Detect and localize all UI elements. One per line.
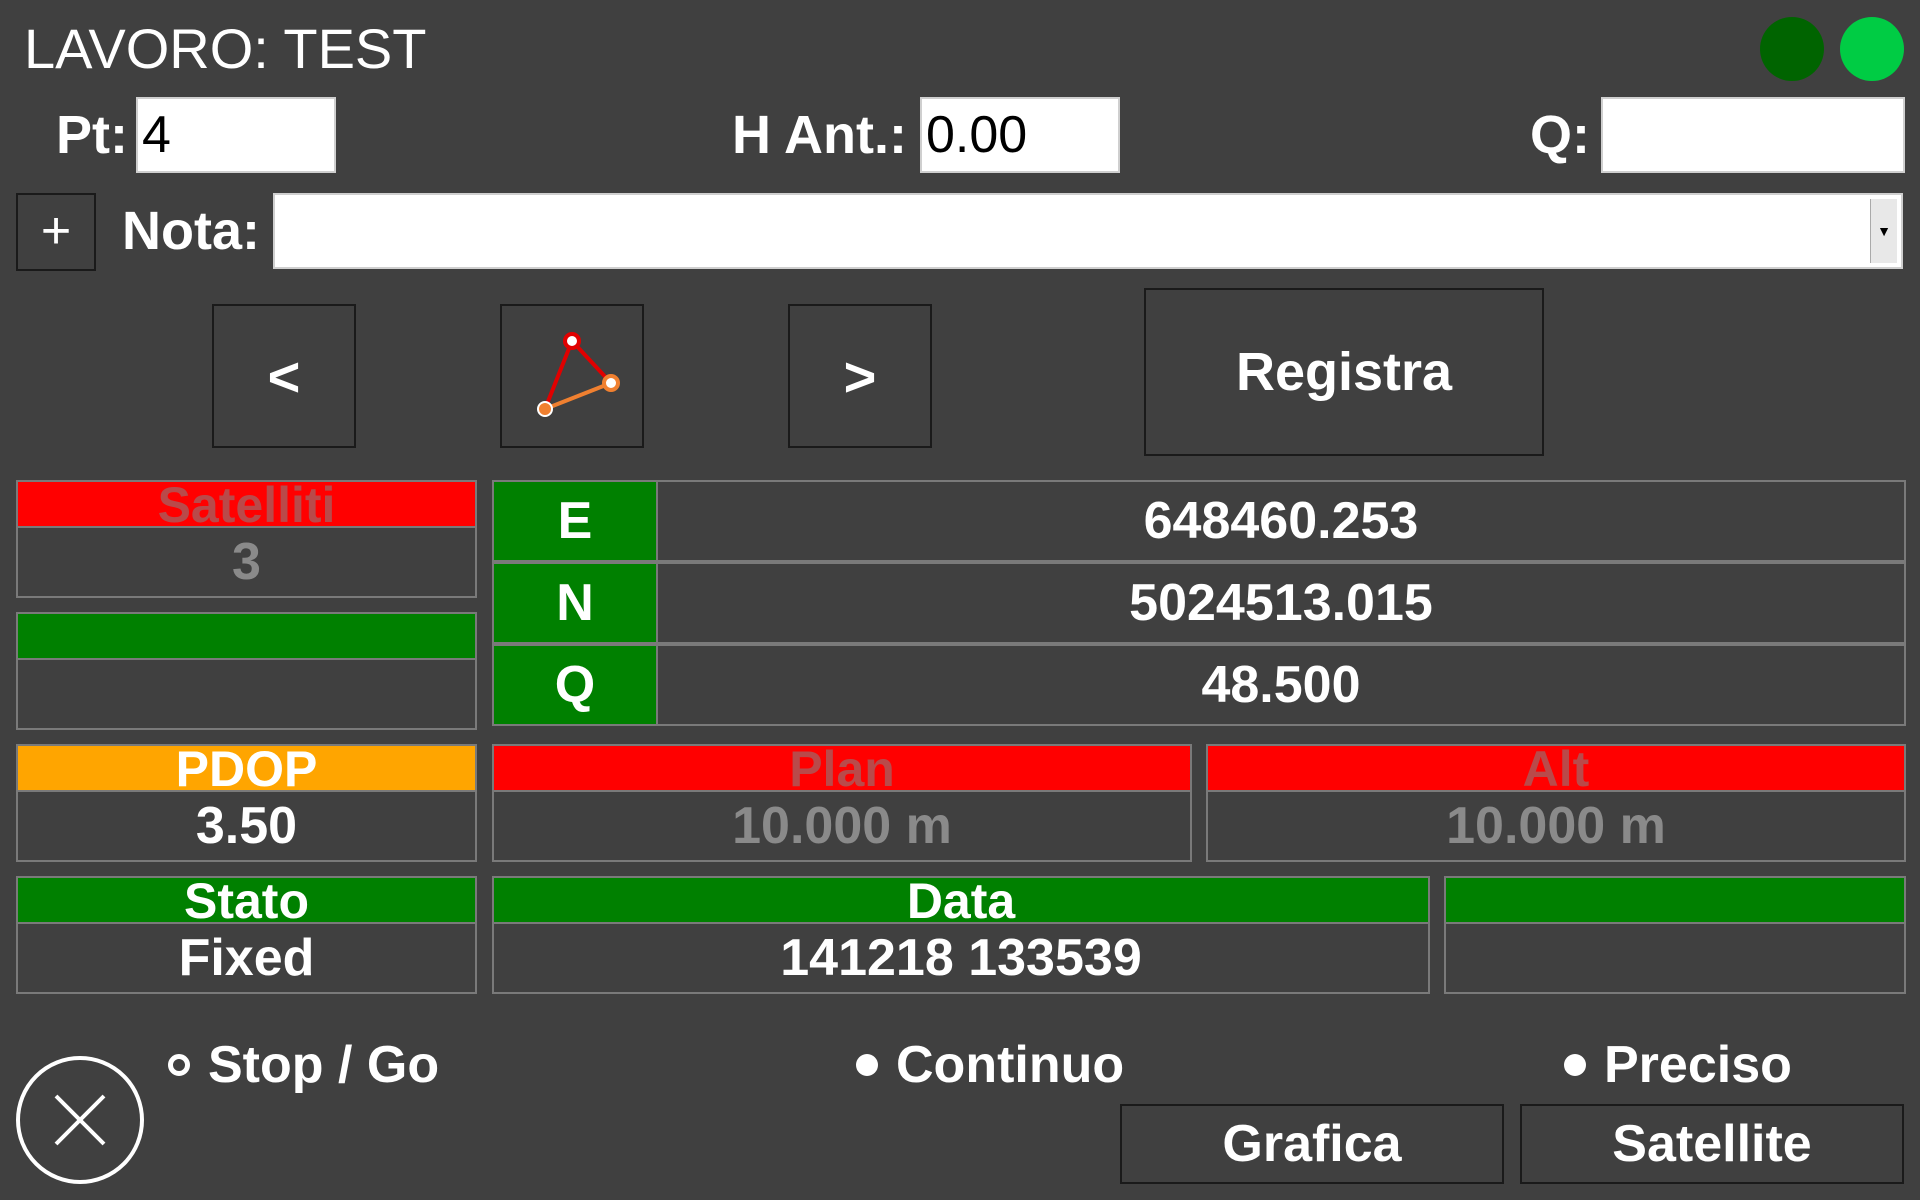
- coord-row-q: Q 48.500: [492, 644, 1906, 726]
- blank-status-value: [18, 660, 475, 728]
- alt-panel: Alt 10.000 m: [1206, 744, 1906, 862]
- close-button[interactable]: [16, 1056, 144, 1184]
- plan-panel: Plan 10.000 m: [492, 744, 1192, 862]
- mode-label-stopgo: Stop / Go: [208, 1036, 440, 1094]
- job-title: LAVORO: TEST: [24, 17, 427, 80]
- stato-value: Fixed: [178, 929, 315, 987]
- blank-status-panel-2: [1444, 876, 1906, 994]
- plan-value: 10.000 m: [732, 797, 952, 855]
- coord-row-n: N 5024513.015: [492, 562, 1906, 644]
- pdop-header: PDOP: [18, 744, 475, 794]
- registra-button[interactable]: Registra: [1144, 288, 1544, 456]
- mode-label-continuo: Continuo: [896, 1036, 1125, 1094]
- stato-header: Stato: [18, 876, 475, 926]
- radio-icon: [1564, 1054, 1586, 1076]
- pdop-panel: PDOP 3.50: [16, 744, 477, 862]
- prev-button[interactable]: <: [212, 304, 356, 448]
- satelliti-header: Satelliti: [18, 480, 475, 530]
- radio-selected-icon: [168, 1054, 190, 1076]
- blank-status-panel: [16, 612, 477, 730]
- data-value: 141218 133539: [780, 929, 1142, 987]
- coord-label-q: Q: [494, 646, 658, 724]
- nota-combobox[interactable]: ▼: [273, 193, 1903, 269]
- blank-status-header-2: [1446, 878, 1904, 924]
- status-led-dark-icon: [1760, 17, 1824, 81]
- data-panel: Data 141218 133539: [492, 876, 1430, 994]
- polygon-button[interactable]: [500, 304, 644, 448]
- chevron-down-icon[interactable]: ▼: [1870, 199, 1897, 263]
- coord-value-q: 48.500: [1201, 656, 1361, 714]
- alt-value: 10.000 m: [1446, 797, 1666, 855]
- blank-status-header: [18, 614, 475, 660]
- plan-header: Plan: [494, 744, 1190, 794]
- coord-label-n: N: [494, 564, 658, 642]
- coord-value-e: 648460.253: [1143, 492, 1419, 550]
- radio-icon: [856, 1054, 878, 1076]
- q-label: Q:: [1530, 105, 1590, 165]
- mode-radio-stopgo[interactable]: Stop / Go: [168, 1030, 439, 1100]
- hant-input[interactable]: [920, 97, 1120, 173]
- mode-radio-continuo[interactable]: Continuo: [856, 1030, 1124, 1100]
- next-button[interactable]: >: [788, 304, 932, 448]
- data-header: Data: [494, 876, 1428, 926]
- mode-label-preciso: Preciso: [1604, 1036, 1792, 1094]
- close-icon: [54, 1094, 106, 1146]
- coord-row-e: E 648460.253: [492, 480, 1906, 562]
- coord-value-n: 5024513.015: [1129, 574, 1433, 632]
- pt-input[interactable]: [136, 97, 336, 173]
- satelliti-panel: Satelliti 3: [16, 480, 477, 598]
- nota-value: [275, 203, 281, 259]
- pdop-value: 3.50: [195, 797, 298, 855]
- polygon-icon: [537, 332, 620, 417]
- coord-label-e: E: [494, 482, 658, 560]
- grafica-button[interactable]: Grafica: [1120, 1104, 1504, 1184]
- stato-panel: Stato Fixed: [16, 876, 477, 994]
- satelliti-value: 3: [232, 533, 261, 591]
- mode-radio-preciso[interactable]: Preciso: [1564, 1030, 1792, 1100]
- status-led-bright-icon: [1840, 17, 1904, 81]
- satellite-button[interactable]: Satellite: [1520, 1104, 1904, 1184]
- add-note-button[interactable]: +: [16, 193, 96, 271]
- nota-label: Nota:: [122, 201, 260, 261]
- pt-label: Pt:: [56, 105, 128, 165]
- q-input[interactable]: [1601, 97, 1905, 173]
- blank-status-value-2: [1446, 924, 1904, 992]
- hant-label: H Ant.:: [732, 105, 907, 165]
- alt-header: Alt: [1208, 744, 1904, 794]
